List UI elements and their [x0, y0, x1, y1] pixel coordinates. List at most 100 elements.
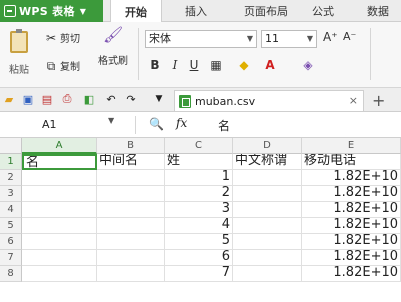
- title-bar: WPS 表格 ▼ 开始 插入 页面布局 公式 数据: [0, 0, 401, 23]
- cell-a8[interactable]: [22, 266, 97, 282]
- ribbon: 粘贴 ✂ 剪切 ⧉ 复制 🖌 格式刷 宋体 ▼ 11 ▼ A⁺ A⁻ B I U…: [0, 22, 401, 88]
- cell-b2[interactable]: [97, 170, 165, 186]
- column-header-c[interactable]: C: [165, 138, 233, 154]
- cell-c1[interactable]: 姓: [165, 154, 233, 170]
- font-name-select[interactable]: 宋体 ▼: [145, 30, 257, 48]
- shrink-font-button[interactable]: A⁻: [343, 30, 356, 43]
- redo-icon[interactable]: ↷: [124, 92, 138, 106]
- cell-b5[interactable]: [97, 218, 165, 234]
- font-size-select[interactable]: 11 ▼: [261, 30, 317, 48]
- cell-e7[interactable]: 1.82E+10: [302, 250, 401, 266]
- new-tab-button[interactable]: +: [372, 91, 385, 110]
- font-name-value: 宋体: [149, 32, 171, 45]
- cell-e1[interactable]: 移动电话: [302, 154, 401, 170]
- cell-b7[interactable]: [97, 250, 165, 266]
- tab-data[interactable]: 数据: [355, 0, 401, 22]
- app-name: WPS 表格: [19, 5, 75, 18]
- cell-c7[interactable]: 6: [165, 250, 233, 266]
- cell-c2[interactable]: 1: [165, 170, 233, 186]
- chevron-down-icon: ▼: [306, 34, 313, 43]
- cell-b1[interactable]: 中间名: [97, 154, 165, 170]
- fill-color-button[interactable]: ◆: [236, 56, 252, 74]
- select-all-corner[interactable]: [0, 138, 22, 154]
- cell-d7[interactable]: [233, 250, 302, 266]
- cell-a2[interactable]: [22, 170, 97, 186]
- cell-c3[interactable]: 2: [165, 186, 233, 202]
- cell-a1[interactable]: 名: [22, 154, 97, 170]
- italic-button[interactable]: I: [167, 56, 183, 74]
- cell-a3[interactable]: [22, 186, 97, 202]
- tab-page-layout[interactable]: 页面布局: [228, 0, 304, 22]
- row-header-5[interactable]: 5: [0, 218, 22, 234]
- bold-button[interactable]: B: [147, 56, 163, 74]
- cell-c4[interactable]: 3: [165, 202, 233, 218]
- export-pdf-icon[interactable]: ▤: [40, 92, 54, 106]
- cell-b8[interactable]: [97, 266, 165, 282]
- column-header-e[interactable]: E: [302, 138, 401, 154]
- format-painter-button[interactable]: 🖌 格式刷: [98, 25, 128, 68]
- cell-c6[interactable]: 5: [165, 234, 233, 250]
- cell-a4[interactable]: [22, 202, 97, 218]
- cell-b3[interactable]: [97, 186, 165, 202]
- cell-d6[interactable]: [233, 234, 302, 250]
- font-color-button[interactable]: A: [262, 56, 278, 74]
- document-tab[interactable]: muban.csv ×: [174, 90, 364, 111]
- cell-d8[interactable]: [233, 266, 302, 282]
- cell-e5[interactable]: 1.82E+10: [302, 218, 401, 234]
- formula-input[interactable]: 名: [218, 117, 230, 134]
- cell-d4[interactable]: [233, 202, 302, 218]
- cell-d5[interactable]: [233, 218, 302, 234]
- cell-d2[interactable]: [233, 170, 302, 186]
- tab-formulas[interactable]: 公式: [300, 0, 346, 22]
- cell-d1[interactable]: 中文称谓: [233, 154, 302, 170]
- paintbrush-icon: 🖌: [103, 25, 124, 44]
- borders-button[interactable]: ▦: [208, 56, 224, 74]
- column-header-d[interactable]: D: [233, 138, 302, 154]
- cell-e6[interactable]: 1.82E+10: [302, 234, 401, 250]
- column-header-b[interactable]: B: [97, 138, 165, 154]
- undo-icon[interactable]: ↶: [104, 92, 118, 106]
- print-preview-icon[interactable]: ◧: [82, 92, 96, 106]
- clear-format-button[interactable]: ◈: [300, 56, 316, 74]
- wps-logo-icon: [4, 5, 16, 17]
- cell-c5[interactable]: 4: [165, 218, 233, 234]
- cell-a5[interactable]: [22, 218, 97, 234]
- column-header-a[interactable]: A: [22, 138, 97, 154]
- row-header-7[interactable]: 7: [0, 250, 22, 266]
- cell-c8[interactable]: 7: [165, 266, 233, 282]
- print-icon[interactable]: ⎙: [60, 92, 74, 106]
- row-header-8[interactable]: 8: [0, 266, 22, 282]
- ribbon-divider: [138, 28, 139, 80]
- row-header-3[interactable]: 3: [0, 186, 22, 202]
- cell-e2[interactable]: 1.82E+10: [302, 170, 401, 186]
- cell-a6[interactable]: [22, 234, 97, 250]
- name-box[interactable]: A1: [4, 116, 136, 134]
- magnifier-icon[interactable]: 🔍: [149, 117, 164, 131]
- underline-button[interactable]: U: [186, 56, 202, 74]
- cut-button[interactable]: ✂ 剪切: [44, 30, 80, 46]
- chevron-down-icon[interactable]: ▼: [108, 116, 114, 125]
- cell-b4[interactable]: [97, 202, 165, 218]
- chevron-down-icon[interactable]: ▼: [152, 92, 166, 106]
- app-menu-button[interactable]: WPS 表格 ▼: [0, 0, 103, 22]
- row-header-1[interactable]: 1: [0, 154, 22, 170]
- cell-e4[interactable]: 1.82E+10: [302, 202, 401, 218]
- grow-font-button[interactable]: A⁺: [323, 30, 338, 44]
- cell-d3[interactable]: [233, 186, 302, 202]
- tab-home[interactable]: 开始: [110, 0, 162, 23]
- save-icon[interactable]: ▣: [21, 92, 35, 106]
- cell-b6[interactable]: [97, 234, 165, 250]
- tab-insert[interactable]: 插入: [170, 0, 222, 22]
- fx-icon[interactable]: fx: [176, 116, 187, 130]
- row-header-4[interactable]: 4: [0, 202, 22, 218]
- open-folder-icon[interactable]: ▰: [2, 92, 16, 106]
- close-icon[interactable]: ×: [349, 94, 358, 107]
- paste-button[interactable]: 粘贴: [4, 28, 34, 80]
- copy-button[interactable]: ⧉ 复制: [44, 58, 80, 74]
- cell-e3[interactable]: 1.82E+10: [302, 186, 401, 202]
- cell-e8[interactable]: 1.82E+10: [302, 266, 401, 282]
- cut-label: 剪切: [60, 34, 80, 45]
- cell-a7[interactable]: [22, 250, 97, 266]
- row-header-6[interactable]: 6: [0, 234, 22, 250]
- row-header-2[interactable]: 2: [0, 170, 22, 186]
